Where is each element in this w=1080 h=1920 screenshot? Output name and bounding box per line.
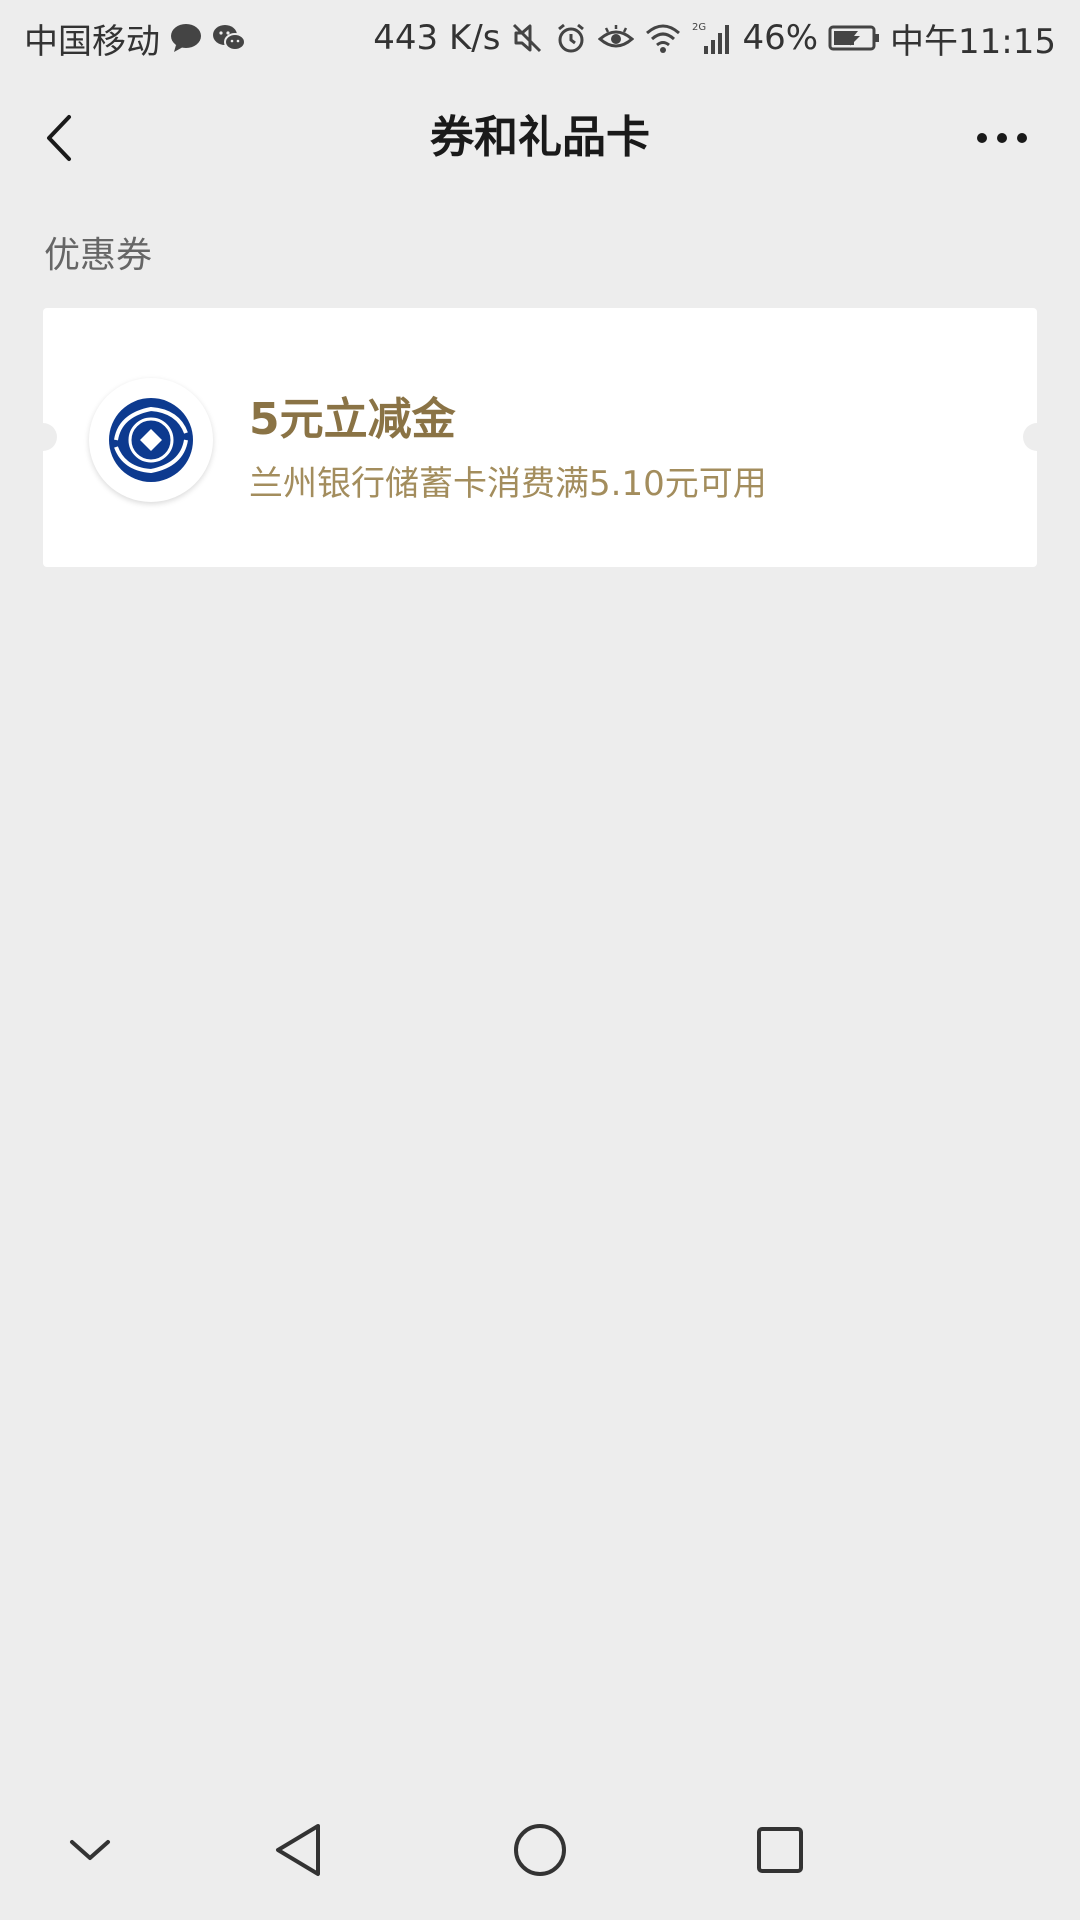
wechat-icon: [212, 18, 246, 58]
status-right: 443 K/s 2G 46% 中午11:15: [373, 14, 1056, 63]
status-left: 中国移动: [24, 14, 246, 63]
status-time: 中午11:15: [890, 21, 1056, 62]
system-back-button[interactable]: [258, 1810, 338, 1890]
signal-badge: 2G: [692, 22, 706, 33]
more-dots-icon: [977, 133, 987, 143]
section-label: 优惠券: [44, 235, 153, 276]
coupon-description: 兰州银行储蓄卡消费满5.10元可用: [249, 464, 767, 504]
coupon-card[interactable]: 5元立减金 兰州银行储蓄卡消费满5.10元可用: [29, 308, 1051, 567]
wifi-icon: [644, 18, 682, 58]
system-back-icon: [276, 1824, 320, 1876]
collapse-button[interactable]: [50, 1810, 130, 1890]
system-recent-apps-icon: [757, 1827, 803, 1873]
page-title: 券和礼品卡: [430, 112, 650, 163]
system-home-icon: [514, 1824, 566, 1876]
system-recent-apps-button[interactable]: [740, 1810, 820, 1890]
signal-icon: 2G: [692, 18, 732, 58]
more-dot: [997, 133, 1007, 143]
mute-icon: [510, 18, 544, 58]
coupon-notch-left: [29, 423, 57, 451]
eye-comfort-icon: [598, 18, 635, 58]
bank-logo-icon: [89, 378, 213, 502]
more-button[interactable]: [962, 114, 1042, 162]
battery-percent: 46%: [742, 18, 819, 58]
system-home-button[interactable]: [500, 1810, 580, 1890]
back-arrow-icon: [47, 115, 71, 161]
battery-charging-icon: [828, 18, 880, 58]
back-button[interactable]: [28, 106, 88, 170]
status-bar: 中国移动 443 K/s 2G 46% 中午11:15: [0, 0, 1080, 76]
system-nav-bar: [0, 1770, 1080, 1920]
chat-bubble-icon: [170, 18, 202, 58]
coupon-title: 5元立减金: [249, 394, 456, 445]
more-dot: [1017, 133, 1027, 143]
carrier-label: 中国移动: [24, 21, 160, 62]
network-speed: 443 K/s: [373, 18, 501, 58]
coupon-notch-right: [1023, 423, 1051, 451]
alarm-icon: [554, 18, 588, 58]
nav-bar: 券和礼品卡: [0, 76, 1080, 200]
collapse-down-icon: [70, 1840, 110, 1860]
